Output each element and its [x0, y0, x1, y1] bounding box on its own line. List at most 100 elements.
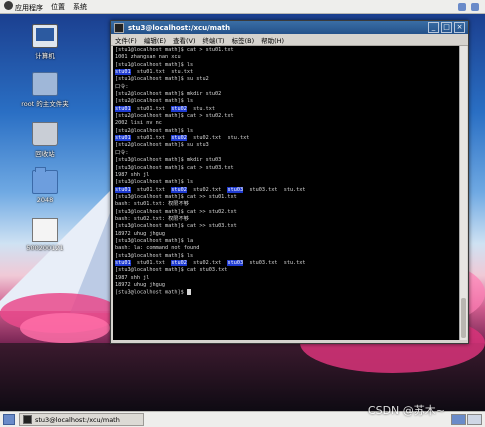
terminal-text: 1987 shh jl: [115, 171, 150, 178]
terminal-line: 口令:: [115, 150, 457, 157]
terminal-output[interactable]: [stu1@localhost math]$ cat > stu01.txt 10…: [113, 46, 459, 340]
terminal-text: [stu2@localhost math]$ mkdir stu02: [115, 91, 222, 98]
desktop-icon-computer[interactable]: 计算机: [12, 24, 78, 60]
volume-icon[interactable]: [471, 2, 479, 11]
directory-name: stu01: [115, 135, 131, 142]
taskbar-terminal-button[interactable]: stu3@localhost:/xcu/math: [19, 413, 144, 426]
terminal-line: stu01 stu01.txt stu.txt: [115, 69, 457, 76]
terminal-text: [stu3@localhost math]$: [115, 289, 187, 296]
trash-icon: [32, 122, 58, 146]
directory-name: stu01: [115, 186, 131, 193]
terminal-line: 口令:: [115, 84, 457, 91]
blossom-graphic: [20, 313, 110, 343]
directory-name: stu02: [171, 186, 187, 193]
terminal-text: stu01.txt stu.txt: [130, 69, 194, 76]
menu-terminal[interactable]: 终端(T): [203, 35, 225, 45]
terminal-line: [stu1@localhost math]$ su stu2: [115, 76, 457, 83]
menu-view[interactable]: 查看(V): [173, 35, 196, 45]
menu-help[interactable]: 帮助(H): [261, 35, 284, 45]
terminal-text: stu01.txt: [130, 186, 172, 193]
terminal-text: [stu3@localhost math]$ ls: [115, 179, 194, 186]
menu-places[interactable]: 位置: [51, 2, 65, 12]
terminal-text: 1001 zhangsan nan xcu: [115, 54, 181, 61]
terminal-text: [stu3@localhost math]$ la: [115, 237, 194, 244]
maximize-button[interactable]: □: [441, 22, 452, 33]
terminal-text: bash: la: command not found: [115, 245, 200, 252]
desktop-icon-folder[interactable]: 2048: [12, 167, 78, 204]
desktop-icon-trash[interactable]: 回收站: [12, 122, 78, 158]
top-panel-menus: 应用程序 位置 系统: [4, 0, 87, 13]
menu-system[interactable]: 系统: [73, 2, 87, 12]
top-panel: 应用程序 位置 系统: [0, 0, 485, 14]
terminal-text: 18972 uhug jhgug: [115, 282, 165, 288]
file-icon: [32, 218, 58, 242]
terminal-line: 1001 zhangsan nan xcu: [115, 54, 457, 61]
terminal-text: 口令:: [115, 149, 129, 156]
directory-name: stu02: [171, 259, 187, 266]
system-tray: [458, 2, 479, 11]
terminal-line: [stu3@localhost math]$ cat >> stu02.txt: [115, 209, 457, 216]
minimize-button[interactable]: _: [428, 22, 439, 33]
menu-tabs[interactable]: 标签(B): [232, 35, 255, 45]
terminal-icon: [114, 22, 124, 33]
terminal-text: stu01.txt: [130, 135, 172, 142]
terminal-text: [stu2@localhost math]$ su stu3: [115, 142, 209, 149]
terminal-text: [stu1@localhost math]$ su stu2: [115, 76, 209, 83]
show-desktop-icon[interactable]: [3, 414, 15, 425]
terminal-line: 18972 uhug jhgug: [115, 231, 457, 238]
menu-file[interactable]: 文件(F): [115, 35, 137, 45]
terminal-text: [stu1@localhost math]$ cat > stu01.txt: [115, 47, 234, 53]
workspace-2[interactable]: [467, 414, 482, 425]
terminal-text: [stu3@localhost math]$ cat stu03.txt: [115, 267, 228, 274]
workspace-switcher: [451, 414, 482, 425]
desktop-icon-home[interactable]: root 的主文件夹: [12, 72, 78, 108]
terminal-window: stu3@localhost:/xcu/math _ □ × 文件(F) 编辑(…: [110, 20, 469, 344]
desktop-icon-file[interactable]: 500200121: [12, 218, 78, 252]
terminal-line: [stu3@localhost math]$ cat stu03.txt: [115, 267, 457, 274]
terminal-line: [stu3@localhost math]$ la: [115, 238, 457, 245]
terminal-cursor: [186, 289, 191, 296]
directory-name: stu03: [227, 259, 244, 266]
terminal-text: stu03.txt stu.txt: [243, 259, 306, 266]
terminal-line: [stu1@localhost math]$ cat > stu01.txt: [115, 47, 457, 54]
terminal-line: [stu2@localhost math]$ ls: [115, 128, 457, 135]
terminal-text: stu.txt: [186, 105, 215, 112]
folder-icon: [32, 167, 58, 194]
terminal-text: [stu2@localhost math]$ ls: [115, 98, 194, 105]
terminal-line: bash: stu01.txt: 权限不够: [115, 201, 457, 208]
terminal-line: stu01 stu01.txt stu02 stu02.txt stu.txt: [115, 135, 457, 142]
terminal-text: [stu3@localhost math]$ ls: [115, 252, 194, 259]
terminal-line: 1987 shh jl: [115, 172, 457, 179]
terminal-text: [stu2@localhost math]$ ls: [115, 127, 194, 134]
terminal-text: stu01.txt: [130, 105, 172, 112]
terminal-line: bash: stu02.txt: 权限不够: [115, 216, 457, 223]
menu-applications[interactable]: 应用程序: [4, 0, 43, 13]
terminal-line: [stu1@localhost math]$ ls: [115, 62, 457, 69]
computer-icon: [32, 24, 58, 48]
terminal-text: stu02.txt stu.txt: [186, 135, 250, 142]
directory-name: stu02: [171, 135, 187, 142]
terminal-text: stu01.txt: [130, 259, 172, 266]
terminal-text: 口令:: [115, 83, 129, 90]
menu-edit[interactable]: 编辑(E): [144, 35, 166, 45]
terminal-text: 2002 lisi nv nc: [115, 120, 162, 127]
terminal-line: bash: la: command not found: [115, 245, 457, 252]
terminal-text: 1987 shh jl: [115, 274, 150, 281]
directory-name: stu01: [115, 259, 131, 266]
directory-name: stu01: [115, 105, 131, 112]
network-icon[interactable]: [458, 2, 466, 11]
terminal-line: [stu3@localhost math]$ mkdir stu03: [115, 157, 457, 164]
terminal-text: [stu2@localhost math]$ cat > stu02.txt: [115, 113, 234, 120]
terminal-text: [stu3@localhost math]$ cat >> stu01.txt: [115, 193, 237, 200]
terminal-line: [stu2@localhost math]$ su stu3: [115, 142, 457, 149]
scrollbar-thumb[interactable]: [461, 298, 466, 338]
close-button[interactable]: ×: [454, 22, 465, 33]
terminal-line: [stu3@localhost math]$ ls: [115, 179, 457, 186]
terminal-scrollbar[interactable]: [459, 46, 467, 340]
directory-name: stu02: [171, 105, 187, 112]
window-titlebar[interactable]: stu3@localhost:/xcu/math _ □ ×: [111, 21, 468, 34]
workspace-1[interactable]: [451, 414, 466, 425]
terminal-text: bash: stu02.txt: 权限不够: [115, 215, 189, 222]
terminal-text: stu02.txt: [186, 259, 228, 266]
terminal-line: [stu3@localhost math]$ ls: [115, 253, 457, 260]
